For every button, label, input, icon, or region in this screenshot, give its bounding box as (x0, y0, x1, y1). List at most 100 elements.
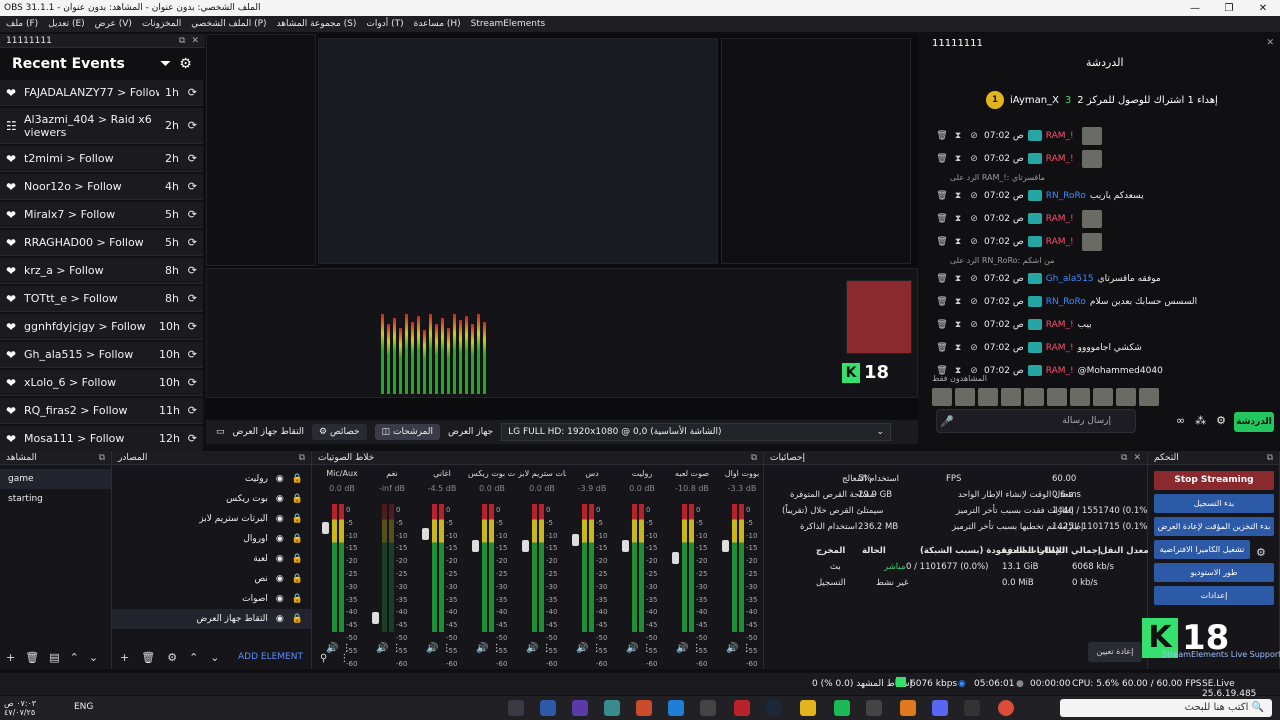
control-button[interactable]: تشغيل الكاميرا الافتراضية (1154, 540, 1250, 559)
menu-icon[interactable]: ⋮ (688, 643, 702, 654)
scene-item[interactable]: game (0, 469, 111, 489)
close-icon[interactable]: ✕ (1266, 38, 1274, 48)
trash-icon[interactable]: 🗑 (936, 214, 948, 224)
device-select[interactable]: LG FULL HD: 1920x1080 @ 0,0 (الشاشة الأس… (501, 423, 892, 441)
up-icon[interactable]: ⌃ (70, 651, 79, 664)
menu-icon[interactable]: ⋮ (638, 643, 652, 654)
add-icon[interactable]: + (120, 651, 129, 664)
list-item[interactable]: ❤ RRAGHAD00 > Follow 5h ⟳ (0, 230, 203, 256)
minimize-button[interactable]: — (1178, 3, 1212, 14)
gear-icon[interactable]: ⚙ (1216, 414, 1226, 427)
timeout-icon[interactable]: ⧗ (952, 343, 964, 353)
chat-username[interactable]: RAM_! (1046, 154, 1074, 164)
speaker-icon[interactable]: 🔊 (476, 643, 488, 654)
list-item[interactable]: ❤ t2mimi > Follow 2h ⟳ (0, 146, 203, 172)
menu-item[interactable]: أدوات (T) (366, 19, 403, 29)
filters-button[interactable]: ◫ المرشحات (374, 424, 440, 440)
mic-icon[interactable]: 🎤 (940, 415, 954, 428)
replay-icon[interactable]: ⟳ (179, 320, 197, 333)
replay-icon[interactable]: ⟳ (179, 376, 197, 389)
chat-username[interactable]: RAM_! (1046, 320, 1074, 330)
list-item[interactable]: ❤ Miralx7 > Follow 5h ⟳ (0, 202, 203, 228)
trash-icon[interactable]: 🗑 (936, 297, 948, 307)
reset-button[interactable]: إعادة تعيين (1088, 642, 1142, 662)
list-item[interactable]: ❤ Mosa111 > Follow 12h ⟳ (0, 426, 203, 452)
link-icon[interactable]: ∞ (1176, 414, 1185, 427)
timeout-icon[interactable]: ⧗ (952, 237, 964, 247)
scene-item[interactable]: starting (0, 489, 111, 509)
trash-icon[interactable]: 🗑 (141, 651, 155, 664)
volume-slider[interactable] (572, 534, 579, 546)
control-button[interactable]: بدء التسجيل (1154, 494, 1274, 513)
volume-slider[interactable] (722, 540, 729, 552)
control-button[interactable]: بدء التخزين المؤقت لإعادة العرض (1154, 517, 1274, 536)
undock-icon[interactable]: ⧉ (299, 453, 305, 463)
menu-icon[interactable]: ⋮ (588, 643, 602, 654)
lock-icon[interactable]: 🔒 (292, 614, 303, 624)
app-icon[interactable] (572, 700, 588, 716)
volume-slider[interactable] (622, 540, 629, 552)
replay-icon[interactable]: ⟳ (179, 348, 197, 361)
replay-icon[interactable]: ⟳ (179, 86, 197, 99)
edge-icon[interactable] (668, 700, 684, 716)
eye-icon[interactable]: ◉ (276, 534, 284, 544)
speaker-icon[interactable]: 🔊 (426, 643, 438, 654)
list-item[interactable]: ❤ Noor12o > Follow 4h ⟳ (0, 174, 203, 200)
list-item[interactable]: ❤ FAJADALANZY77 > Follow 1h ⟳ (0, 80, 203, 106)
app-icon[interactable] (540, 700, 556, 716)
trash-icon[interactable]: 🗑 (936, 274, 948, 284)
source-item[interactable]: اوروال ◉ 🔒 (112, 529, 311, 549)
eye-icon[interactable]: ◉ (276, 594, 284, 604)
speaker-icon[interactable]: 🔊 (526, 643, 538, 654)
timeout-icon[interactable]: ⧗ (952, 214, 964, 224)
up-icon[interactable]: ⌃ (189, 651, 198, 664)
chat-username[interactable]: RAM_! (1046, 343, 1074, 353)
gear-icon[interactable]: ⚙ (167, 651, 177, 664)
list-item[interactable]: ❤ RQ_firas2 > Follow 11h ⟳ (0, 398, 203, 424)
lock-icon[interactable]: 🔒 (292, 534, 303, 544)
share-icon[interactable]: ⁂ (1195, 414, 1206, 427)
ban-icon[interactable]: ⊘ (968, 131, 980, 141)
list-item[interactable]: ❤ Gh_ala515 > Follow 10h ⟳ (0, 342, 203, 368)
list-item[interactable]: ❤ ggnhfdyjcjgy > Follow 10h ⟳ (0, 314, 203, 340)
replay-icon[interactable]: ⟳ (179, 180, 197, 193)
trash-icon[interactable]: 🗑 (936, 320, 948, 330)
lock-icon[interactable]: 🔒 (292, 554, 303, 564)
chat-username[interactable]: RAM_! (1046, 366, 1074, 376)
replay-icon[interactable]: ⟳ (179, 404, 197, 417)
speaker-icon[interactable]: 🔊 (676, 643, 688, 654)
ban-icon[interactable]: ⊘ (968, 343, 980, 353)
menu-item[interactable]: StreamElements (471, 19, 546, 29)
menu-icon[interactable]: ⋮ (438, 643, 452, 654)
menu-icon[interactable]: ⋮ (488, 643, 502, 654)
spotify-icon[interactable] (834, 700, 850, 716)
close-icon[interactable]: ✕ (1133, 453, 1141, 463)
epic-icon[interactable] (964, 700, 980, 716)
chat-username[interactable]: RN_RoRo (1046, 297, 1086, 307)
control-button[interactable]: إعدادات (1154, 586, 1274, 605)
trash-icon[interactable]: 🗑 (936, 191, 948, 201)
filter-icon[interactable]: ⏷ (160, 56, 171, 72)
chat-username[interactable]: Gh_ala515 (1046, 274, 1094, 284)
filter-icon[interactable]: ▤ (49, 651, 59, 664)
app-icon[interactable] (604, 700, 620, 716)
source-item[interactable]: بوت ريكس ◉ 🔒 (112, 489, 311, 509)
undock-icon[interactable]: ⧉ (1267, 453, 1273, 463)
chat-username[interactable]: RAM_! (1046, 214, 1074, 224)
volume-slider[interactable] (372, 612, 379, 624)
volume-slider[interactable] (322, 522, 329, 534)
volume-slider[interactable] (672, 552, 679, 564)
control-button[interactable]: طور الاستوديو (1154, 563, 1274, 582)
lock-icon[interactable]: 🔒 (292, 574, 303, 584)
trash-icon[interactable]: 🗑 (25, 651, 39, 664)
discord-icon[interactable] (932, 700, 948, 716)
timeout-icon[interactable]: ⧗ (952, 320, 964, 330)
lock-icon[interactable]: 🔒 (292, 594, 303, 604)
list-item[interactable]: ❤ xLolo_6 > Follow 10h ⟳ (0, 370, 203, 396)
control-button[interactable]: Stop Streaming (1154, 471, 1274, 490)
timeout-icon[interactable]: ⧗ (952, 191, 964, 201)
chrome-icon[interactable] (998, 700, 1014, 716)
ban-icon[interactable]: ⊘ (968, 237, 980, 247)
replay-icon[interactable]: ⟳ (179, 152, 197, 165)
replay-icon[interactable]: ⟳ (179, 264, 197, 277)
